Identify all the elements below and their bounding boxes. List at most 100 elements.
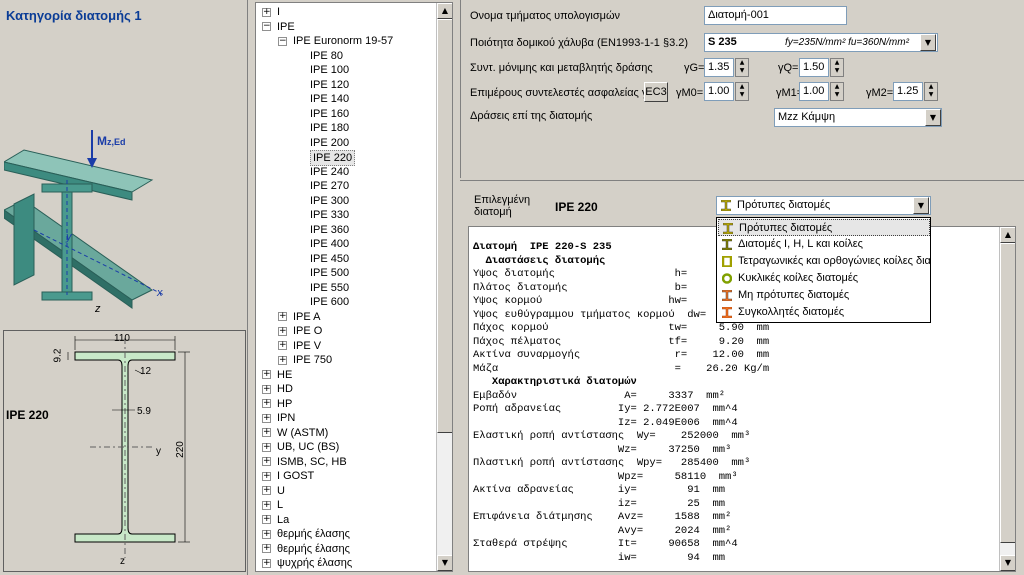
expand-icon[interactable]: + [262,500,271,510]
tree-node-label: IPE 600 [310,296,350,308]
expand-icon[interactable]: + [262,442,271,452]
gQ-label: γQ= [778,62,799,74]
steel-dropdown-icon[interactable]: ▼ [920,34,936,51]
tree-node[interactable]: + La [262,513,289,527]
steel-select[interactable]: S 235 fy=235N/mm² fu=360N/mm² [704,33,938,52]
gM0-spinner[interactable]: ▲ ▼ [735,82,749,101]
section-type-dropdown-icon[interactable]: ▼ [913,197,929,214]
scroll-thumb[interactable] [1000,243,1015,543]
expand-icon[interactable]: + [262,544,271,554]
tree-node[interactable]: + HP [262,397,292,411]
gM1-field[interactable]: 1.00 [799,82,829,101]
expand-icon[interactable]: + [262,7,271,17]
dim-tw: 5.9 [137,406,151,417]
scroll-up-icon[interactable]: ▲ [437,3,452,19]
report-line: iw= 94 mm [473,551,726,564]
selected-label: Επιλεγμένη διατομή [474,194,531,218]
expand-icon[interactable]: + [262,457,271,467]
scroll-down-icon[interactable]: ▼ [437,555,452,571]
actions-select[interactable]: Mzz Κάμψη [774,108,942,127]
tree-node[interactable]: + I [262,5,280,19]
expand-icon[interactable]: + [262,384,271,394]
section-axis-y: y [156,446,161,457]
dropdown-option-label: Διατομές I, H, L και κοίλες [738,238,863,250]
tree-node-label: IPE 120 [310,78,350,91]
i-beam-icon [723,223,733,234]
tree-node-label: IPE 180 [310,122,350,134]
ec3-button[interactable]: EC3 [644,82,668,102]
tree-node[interactable]: + HD [262,382,293,396]
report-line: Χαρακτηριστικά διατομών [473,376,637,388]
section-tree[interactable]: + I − IPE − IPE Euronorm 19-57 IPE 80 IPE 100 IP… [255,2,453,572]
gG-spinner[interactable]: ▲ ▼ [735,58,749,77]
collapse-icon[interactable]: − [262,22,271,32]
tree-node-label: IPE 550 [310,281,350,294]
expand-icon[interactable]: + [262,515,271,525]
tree-node[interactable]: + θερμής έλασης [262,542,350,556]
dropdown-option[interactable]: Τετραγωνικές και ορθογώνιες κοίλες διατο [718,253,930,270]
selected-section-value: IPE 220 [555,200,598,214]
tree-node[interactable]: − IPE [262,20,295,34]
dim-tf: 9.2 [52,348,64,363]
tree-node[interactable]: + IPE V [278,339,321,353]
tree-node-label: IPN [277,412,296,424]
gM0-field[interactable]: 1.00 [704,82,734,101]
tree-scrollbar[interactable]: ▲ ▼ [436,3,452,571]
scroll-thumb[interactable] [437,19,452,433]
calc-name-field[interactable]: Διατομή-001 [704,6,847,25]
tree-node[interactable]: + θερμής έλασης [262,527,350,541]
expand-icon[interactable]: + [262,413,271,423]
tree-node[interactable]: + U [262,484,285,498]
tree-node[interactable]: + W (ASTM) [262,426,328,440]
expand-icon[interactable]: + [262,370,271,380]
category-title: Κατηγορία διατομής 1 [6,8,142,23]
expand-icon[interactable]: + [278,326,287,336]
tree-node[interactable]: + ISMB, SC, HB [262,455,347,469]
expand-icon[interactable]: + [278,341,287,351]
expand-icon[interactable]: + [262,471,271,481]
tree-node-label: IPE 270 [310,180,350,192]
expand-icon[interactable]: + [278,355,287,365]
tree-node[interactable]: +ψυχρής έλ... [262,571,277,572]
tree-node-label: ψυχρής έλασης [277,557,353,569]
tree-node[interactable]: + UB, UC (BS) [262,440,339,454]
section-type-select[interactable]: Πρότυπες διατομές [716,196,931,215]
expand-icon[interactable]: + [262,558,271,568]
collapse-icon[interactable]: − [278,36,287,46]
tree-node[interactable]: + ψυχρής έλασης [262,556,352,570]
gM2-field[interactable]: 1.25 [893,82,923,101]
tree-node[interactable]: + L [262,498,283,512]
gQ-spinner[interactable]: ▲ ▼ [830,58,844,77]
tree-node[interactable]: + IPE 750 [278,353,332,367]
scroll-up-icon[interactable]: ▲ [1000,227,1015,243]
tree-node[interactable]: − IPE Euronorm 19-57 [278,34,393,48]
gG-field[interactable]: 1.35 [704,58,734,77]
dropdown-option[interactable]: Διατομές I, H, L και κοίλες [718,236,930,253]
report-scrollbar[interactable]: ▲ ▼ [999,227,1015,571]
dropdown-option[interactable]: Μη πρότυπες διατομές [718,287,930,304]
report-line: Πάχος κορμού tw= 5.90 mm [473,322,770,334]
dropdown-option[interactable]: Συγκολλητές διατομές [718,304,930,321]
tree-node[interactable]: + HE [262,368,292,382]
tree-node[interactable]: + IPE A [278,310,321,324]
expand-icon[interactable]: + [262,486,271,496]
dropdown-option-label: Πρότυπες διατομές [739,222,833,234]
scroll-down-icon[interactable]: ▼ [1000,555,1015,571]
tree-node[interactable]: + I GOST [262,469,314,483]
tree-node[interactable]: + IPE O [278,324,322,338]
gM1-spinner[interactable]: ▲ ▼ [830,82,844,101]
expand-icon[interactable]: + [278,312,287,322]
section-type-dropdown-list[interactable]: Πρότυπες διατομές Διατομές I, H, L και κο… [716,217,931,323]
gM2-spinner[interactable]: ▲ ▼ [924,82,938,101]
dropdown-option[interactable]: Κυκλικές κοίλες διατομές [718,270,930,287]
gQ-field[interactable]: 1.50 [799,58,829,77]
expand-icon[interactable]: + [262,399,271,409]
report-line: Εμβαδόν A= 3337 mm² [473,389,726,402]
dropdown-option[interactable]: Πρότυπες διατομές [718,219,930,236]
actions-dropdown-icon[interactable]: ▼ [925,109,941,126]
expand-icon[interactable]: + [262,428,271,438]
tree-node[interactable]: + IPN [262,411,295,425]
gG-label: γG= [684,62,705,74]
expand-icon[interactable]: + [262,529,271,539]
tree-node-label: W (ASTM) [277,426,329,439]
